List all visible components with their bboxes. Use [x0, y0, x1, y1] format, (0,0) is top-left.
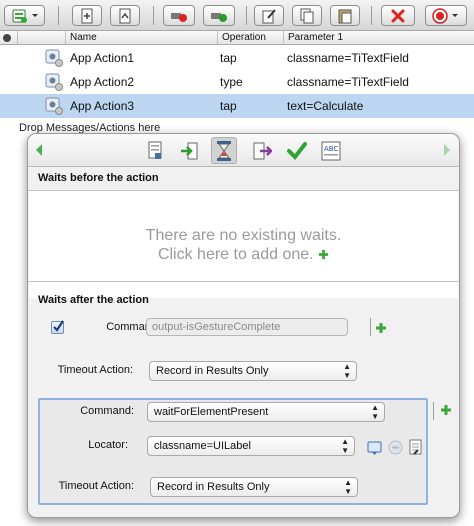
stepper-arrows-icon: ▲ ▼: [343, 362, 351, 380]
tab-document[interactable]: [142, 137, 168, 164]
column-header-name[interactable]: Name: [65, 31, 217, 45]
delete-icon: [391, 9, 405, 22]
checkmark-icon: [287, 141, 307, 160]
nav-left-arrow-icon[interactable]: [35, 143, 43, 157]
edit-document-button[interactable]: [254, 5, 284, 26]
timeout-action-select[interactable]: Record in Results Only ▲ ▼: [149, 361, 357, 381]
column-header-operation[interactable]: Operation: [217, 31, 283, 45]
record-start-button[interactable]: [203, 5, 235, 26]
locator-value: classname=UILabel: [154, 440, 251, 452]
record-start-icon: [211, 12, 227, 22]
column-header-blank[interactable]: [17, 31, 65, 45]
abc-validation-icon: ABC: [321, 141, 341, 160]
table-row[interactable]: App Action2 type classname=TiTextField: [0, 70, 474, 94]
checkmark-icon: [53, 320, 64, 332]
import-button[interactable]: [72, 5, 102, 26]
no-waits-message[interactable]: There are no existing waits. Click here …: [28, 226, 459, 264]
step-in-icon: [181, 142, 198, 159]
app-action-icon: [45, 97, 63, 115]
command-label: Command:: [80, 405, 134, 417]
table-row-selected[interactable]: App Action3 tap text=Calculate: [0, 94, 474, 118]
divider: [28, 281, 459, 282]
edit-document-icon: [262, 8, 276, 23]
row-parameter-1: classname=TiTextField: [287, 75, 409, 89]
add-wait-icon: [318, 249, 329, 260]
copy-button[interactable]: [292, 5, 322, 26]
copy-icon: [300, 8, 314, 23]
nav-right-arrow-icon[interactable]: [443, 143, 451, 157]
timeout-action-value: Record in Results Only: [157, 481, 270, 493]
remove-icon[interactable]: [388, 440, 403, 455]
table-header: Name Operation Parameter 1: [0, 31, 474, 45]
paste-button[interactable]: [330, 5, 360, 26]
tab-step-out[interactable]: [249, 137, 275, 164]
record-stop-button[interactable]: [163, 5, 195, 26]
stepper-arrows-icon: ▲ ▼: [341, 437, 349, 455]
tab-validation[interactable]: ABC: [318, 137, 344, 164]
timeout-action-value: Record in Results Only: [156, 365, 269, 377]
command-value: waitForElementPresent: [154, 406, 269, 418]
wait-group: Command: waitForElementPresent ▲ ▼ Locato…: [38, 398, 428, 505]
record-menu-icon: [432, 7, 458, 24]
hourglass-icon: [217, 140, 231, 161]
tab-step-in[interactable]: [176, 137, 202, 164]
stepper-arrows-icon: ▲ ▼: [344, 478, 352, 496]
paste-icon: [338, 9, 352, 23]
timeout-action-select[interactable]: Record in Results Only ▲ ▼: [150, 477, 358, 497]
toolbar-separator: [153, 6, 154, 25]
status-column-dot: [3, 34, 11, 42]
row-parameter-1: classname=TiTextField: [287, 51, 409, 65]
add-wait-icon[interactable]: [440, 404, 452, 416]
svg-text:ABC: ABC: [324, 145, 338, 153]
app-action-icon: [45, 49, 63, 67]
row-name: App Action1: [70, 51, 135, 65]
record-menu-button[interactable]: [425, 5, 467, 26]
tab-waits[interactable]: [211, 137, 237, 164]
import-icon: [81, 8, 93, 23]
waits-before-title: Waits before the action: [38, 172, 159, 184]
row-name: App Action2: [70, 75, 135, 89]
toolbar-separator: [371, 6, 372, 25]
import-alt-button[interactable]: [110, 5, 140, 26]
timeout-action-label: Timeout Action:: [58, 480, 134, 492]
app-action-icon: [45, 73, 63, 91]
tab-verify[interactable]: [284, 137, 310, 164]
document-icon: [148, 141, 162, 159]
step-out-icon: [253, 142, 272, 159]
delete-button[interactable]: [381, 5, 415, 26]
row-parameter-1: text=Calculate: [287, 99, 364, 113]
no-waits-line-2: Click here to add one.: [157, 246, 314, 263]
locator-select[interactable]: classname=UILabel ▲ ▼: [147, 436, 355, 456]
locator-label: Locator:: [88, 439, 128, 451]
command-select[interactable]: waitForElementPresent ▲ ▼: [147, 402, 385, 422]
row-operation: type: [220, 75, 243, 89]
no-waits-line-1: There are no existing waits.: [145, 227, 342, 244]
column-header-parameter-1[interactable]: Parameter 1: [283, 31, 474, 45]
add-action-icon: [12, 9, 38, 23]
record-stop-icon: [171, 12, 187, 22]
table-row[interactable]: App Action1 tap classname=TiTextField: [0, 46, 474, 70]
row-operation: tap: [220, 99, 237, 113]
row-operation: tap: [220, 51, 237, 65]
waits-popover: ABC Waits before the action There are no…: [27, 133, 460, 518]
toolbar-separator: [246, 6, 247, 25]
separator: [433, 402, 434, 420]
waits-after-title: Waits after the action: [38, 294, 149, 306]
command-field[interactable]: output-isGestureComplete: [146, 318, 348, 336]
separator: [370, 318, 371, 336]
notes-icon[interactable]: [408, 439, 424, 456]
add-wait-icon[interactable]: [375, 322, 387, 334]
toolbar: [0, 0, 474, 31]
stepper-arrows-icon: ▲ ▼: [371, 403, 379, 421]
import-alt-icon: [119, 8, 131, 23]
popover-tab-strip: ABC: [28, 134, 459, 167]
timeout-action-label: Timeout Action:: [57, 364, 133, 376]
row-name: App Action3: [70, 99, 135, 113]
toolbar-separator: [58, 6, 59, 25]
add-action-button[interactable]: [4, 5, 45, 26]
wait-enabled-checkbox[interactable]: [51, 320, 64, 334]
locator-picker-icon[interactable]: [367, 440, 382, 455]
